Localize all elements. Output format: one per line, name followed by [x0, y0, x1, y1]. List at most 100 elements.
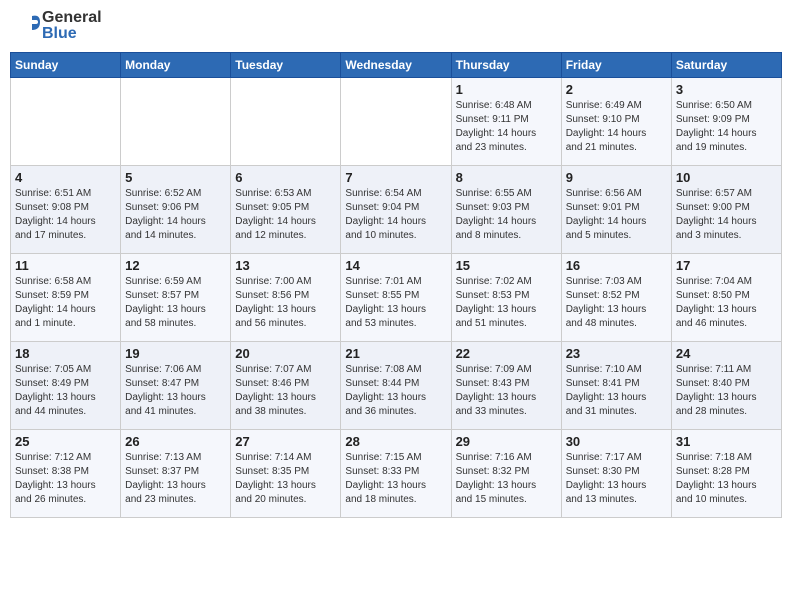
calendar-week-4: 18 Sunrise: 7:05 AM Sunset: 8:49 PM Dayli… [11, 342, 782, 430]
calendar-cell: 9 Sunrise: 6:56 AM Sunset: 9:01 PM Daylig… [561, 166, 671, 254]
day-number: 28 [345, 434, 446, 449]
weekday-header-friday: Friday [561, 53, 671, 78]
calendar-cell [11, 78, 121, 166]
day-number: 23 [566, 346, 667, 361]
day-info: Sunrise: 7:18 AM Sunset: 8:28 PM Dayligh… [676, 451, 777, 507]
day-number: 30 [566, 434, 667, 449]
day-info: Sunrise: 7:00 AM Sunset: 8:56 PM Dayligh… [235, 275, 336, 331]
day-number: 24 [676, 346, 777, 361]
day-info: Sunrise: 6:53 AM Sunset: 9:05 PM Dayligh… [235, 187, 336, 243]
day-info: Sunrise: 6:56 AM Sunset: 9:01 PM Dayligh… [566, 187, 667, 243]
day-info: Sunrise: 6:59 AM Sunset: 8:57 PM Dayligh… [125, 275, 226, 331]
day-number: 2 [566, 82, 667, 97]
day-info: Sunrise: 6:48 AM Sunset: 9:11 PM Dayligh… [456, 99, 557, 155]
day-number: 13 [235, 258, 336, 273]
day-number: 4 [15, 170, 116, 185]
logo: General Blue [10, 10, 102, 42]
calendar-cell: 15 Sunrise: 7:02 AM Sunset: 8:53 PM Dayli… [451, 254, 561, 342]
calendar-cell: 13 Sunrise: 7:00 AM Sunset: 8:56 PM Dayli… [231, 254, 341, 342]
day-number: 21 [345, 346, 446, 361]
day-info: Sunrise: 7:01 AM Sunset: 8:55 PM Dayligh… [345, 275, 446, 331]
weekday-header-saturday: Saturday [671, 53, 781, 78]
day-number: 3 [676, 82, 777, 97]
day-number: 5 [125, 170, 226, 185]
day-info: Sunrise: 7:02 AM Sunset: 8:53 PM Dayligh… [456, 275, 557, 331]
day-info: Sunrise: 7:12 AM Sunset: 8:38 PM Dayligh… [15, 451, 116, 507]
day-info: Sunrise: 6:50 AM Sunset: 9:09 PM Dayligh… [676, 99, 777, 155]
calendar-cell: 5 Sunrise: 6:52 AM Sunset: 9:06 PM Daylig… [121, 166, 231, 254]
day-info: Sunrise: 7:10 AM Sunset: 8:41 PM Dayligh… [566, 363, 667, 419]
day-info: Sunrise: 7:15 AM Sunset: 8:33 PM Dayligh… [345, 451, 446, 507]
calendar-cell: 2Sunrise: 6:49 AM Sunset: 9:10 PM Daylig… [561, 78, 671, 166]
calendar-week-2: 4Sunrise: 6:51 AM Sunset: 9:08 PM Daylig… [11, 166, 782, 254]
day-number: 7 [345, 170, 446, 185]
day-number: 18 [15, 346, 116, 361]
day-info: Sunrise: 7:14 AM Sunset: 8:35 PM Dayligh… [235, 451, 336, 507]
logo-icon [10, 10, 42, 42]
day-info: Sunrise: 7:08 AM Sunset: 8:44 PM Dayligh… [345, 363, 446, 419]
day-number: 10 [676, 170, 777, 185]
calendar-cell: 21 Sunrise: 7:08 AM Sunset: 8:44 PM Dayli… [341, 342, 451, 430]
day-number: 6 [235, 170, 336, 185]
calendar-body: 1 Sunrise: 6:48 AM Sunset: 9:11 PM Daylig… [11, 78, 782, 518]
calendar-week-1: 1 Sunrise: 6:48 AM Sunset: 9:11 PM Daylig… [11, 78, 782, 166]
day-number: 31 [676, 434, 777, 449]
calendar-cell: 24 Sunrise: 7:11 AM Sunset: 8:40 PM Dayli… [671, 342, 781, 430]
calendar-cell: 14Sunrise: 7:01 AM Sunset: 8:55 PM Dayli… [341, 254, 451, 342]
calendar-cell: 22 Sunrise: 7:09 AM Sunset: 8:43 PM Dayli… [451, 342, 561, 430]
calendar-cell [121, 78, 231, 166]
calendar-cell: 20Sunrise: 7:07 AM Sunset: 8:46 PM Dayli… [231, 342, 341, 430]
day-number: 27 [235, 434, 336, 449]
calendar-cell: 3 Sunrise: 6:50 AM Sunset: 9:09 PM Daylig… [671, 78, 781, 166]
weekday-header-tuesday: Tuesday [231, 53, 341, 78]
day-number: 8 [456, 170, 557, 185]
calendar-cell: 23 Sunrise: 7:10 AM Sunset: 8:41 PM Dayli… [561, 342, 671, 430]
calendar-cell: 19Sunrise: 7:06 AM Sunset: 8:47 PM Dayli… [121, 342, 231, 430]
weekday-header-wednesday: Wednesday [341, 53, 451, 78]
day-info: Sunrise: 6:55 AM Sunset: 9:03 PM Dayligh… [456, 187, 557, 243]
calendar-cell: 16 Sunrise: 7:03 AM Sunset: 8:52 PM Dayli… [561, 254, 671, 342]
calendar-cell: 30 Sunrise: 7:17 AM Sunset: 8:30 PM Dayli… [561, 430, 671, 518]
day-number: 22 [456, 346, 557, 361]
day-info: Sunrise: 7:07 AM Sunset: 8:46 PM Dayligh… [235, 363, 336, 419]
calendar-cell: 27 Sunrise: 7:14 AM Sunset: 8:35 PM Dayli… [231, 430, 341, 518]
day-info: Sunrise: 7:17 AM Sunset: 8:30 PM Dayligh… [566, 451, 667, 507]
day-info: Sunrise: 6:52 AM Sunset: 9:06 PM Dayligh… [125, 187, 226, 243]
page-header: General Blue [10, 10, 782, 42]
day-number: 12 [125, 258, 226, 273]
logo-general: General [42, 9, 102, 26]
day-info: Sunrise: 7:05 AM Sunset: 8:49 PM Dayligh… [15, 363, 116, 419]
day-info: Sunrise: 7:11 AM Sunset: 8:40 PM Dayligh… [676, 363, 777, 419]
calendar-cell: 28 Sunrise: 7:15 AM Sunset: 8:33 PM Dayli… [341, 430, 451, 518]
calendar-table: SundayMondayTuesdayWednesdayThursdayFrid… [10, 52, 782, 518]
day-info: Sunrise: 6:54 AM Sunset: 9:04 PM Dayligh… [345, 187, 446, 243]
calendar-week-3: 11 Sunrise: 6:58 AM Sunset: 8:59 PM Dayli… [11, 254, 782, 342]
calendar-cell: 18 Sunrise: 7:05 AM Sunset: 8:49 PM Dayli… [11, 342, 121, 430]
day-number: 9 [566, 170, 667, 185]
calendar-cell: 8 Sunrise: 6:55 AM Sunset: 9:03 PM Daylig… [451, 166, 561, 254]
calendar-cell [231, 78, 341, 166]
calendar-cell: 25 Sunrise: 7:12 AM Sunset: 8:38 PM Dayli… [11, 430, 121, 518]
calendar-cell: 6 Sunrise: 6:53 AM Sunset: 9:05 PM Daylig… [231, 166, 341, 254]
day-number: 1 [456, 82, 557, 97]
weekday-header-thursday: Thursday [451, 53, 561, 78]
day-number: 26 [125, 434, 226, 449]
day-info: Sunrise: 6:58 AM Sunset: 8:59 PM Dayligh… [15, 275, 116, 331]
day-number: 16 [566, 258, 667, 273]
day-info: Sunrise: 7:03 AM Sunset: 8:52 PM Dayligh… [566, 275, 667, 331]
day-number: 17 [676, 258, 777, 273]
calendar-cell: 11 Sunrise: 6:58 AM Sunset: 8:59 PM Dayli… [11, 254, 121, 342]
day-info: Sunrise: 6:57 AM Sunset: 9:00 PM Dayligh… [676, 187, 777, 243]
day-number: 25 [15, 434, 116, 449]
day-info: Sunrise: 7:06 AM Sunset: 8:47 PM Dayligh… [125, 363, 226, 419]
calendar-cell: 31 Sunrise: 7:18 AM Sunset: 8:28 PM Dayli… [671, 430, 781, 518]
calendar-cell: 26 Sunrise: 7:13 AM Sunset: 8:37 PM Dayli… [121, 430, 231, 518]
day-number: 11 [15, 258, 116, 273]
calendar-cell: 7 Sunrise: 6:54 AM Sunset: 9:04 PM Daylig… [341, 166, 451, 254]
calendar-cell: 10 Sunrise: 6:57 AM Sunset: 9:00 PM Dayli… [671, 166, 781, 254]
day-info: Sunrise: 7:09 AM Sunset: 8:43 PM Dayligh… [456, 363, 557, 419]
day-number: 15 [456, 258, 557, 273]
day-info: Sunrise: 7:13 AM Sunset: 8:37 PM Dayligh… [125, 451, 226, 507]
calendar-cell: 4Sunrise: 6:51 AM Sunset: 9:08 PM Daylig… [11, 166, 121, 254]
day-info: Sunrise: 7:04 AM Sunset: 8:50 PM Dayligh… [676, 275, 777, 331]
